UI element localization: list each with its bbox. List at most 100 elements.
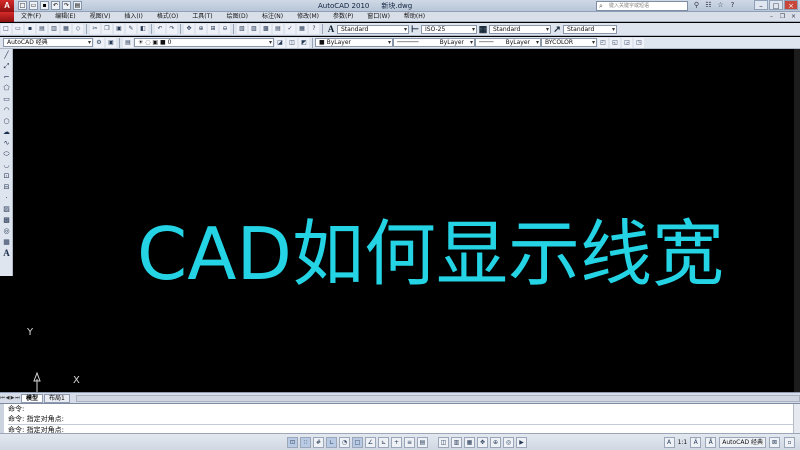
model-space-icon[interactable]: ◫ — [438, 436, 449, 448]
quick-view-drawings-icon[interactable]: ▦ — [464, 436, 475, 448]
object-snap-tracking-icon[interactable]: ∠ — [365, 436, 376, 448]
markup-icon[interactable]: ✓ — [285, 24, 295, 34]
grid-display-icon[interactable]: # — [313, 436, 324, 448]
text-style-icon[interactable]: A — [325, 24, 337, 34]
polyline-icon[interactable]: ⌐ — [1, 72, 12, 82]
application-menu-button[interactable]: A — [0, 0, 14, 12]
annotation-scale-icon[interactable]: A — [663, 437, 675, 448]
clean-screen-icon[interactable]: ▫ — [784, 437, 795, 448]
mleader-style-select[interactable]: Standard — [563, 24, 617, 34]
tab-last-icon[interactable]: ⏭ — [15, 394, 20, 402]
menu-parametric[interactable]: 参数(P) — [326, 12, 360, 22]
undo-icon[interactable]: ↶ — [51, 1, 60, 10]
paste-icon[interactable]: ▣ — [114, 24, 124, 34]
workspace-switch-button[interactable]: AutoCAD 经典 — [719, 437, 766, 448]
new-icon[interactable]: □ — [18, 1, 27, 10]
allow-disallow-ucs-icon[interactable]: ⊾ — [378, 436, 389, 448]
tab-layout1[interactable]: 布局1 — [44, 393, 70, 403]
communication-center-icon[interactable]: ☷ — [704, 1, 713, 10]
doc-close-button[interactable]: × — [789, 12, 798, 21]
infer-constraints-icon[interactable]: ⊡ — [287, 436, 298, 448]
workspace-select[interactable]: AutoCAD 经典 — [3, 38, 93, 47]
3d-dwf-icon[interactable]: ◇ — [73, 24, 83, 34]
tab-model[interactable]: 模型 — [21, 393, 44, 403]
arc-icon[interactable]: ◠ — [1, 105, 12, 115]
drawing-area[interactable]: CAD如何显示线宽 Y X — [13, 49, 800, 435]
table-style-icon[interactable]: ▦ — [477, 24, 489, 34]
linetype-control-select[interactable]: ────── ByLayer — [393, 38, 475, 47]
sheet-set-icon[interactable]: ▤ — [273, 24, 283, 34]
open-file-icon[interactable]: ▭ — [13, 24, 23, 34]
minimize-window-button[interactable]: – — [754, 0, 768, 10]
polygon-icon[interactable]: ⬠ — [1, 83, 12, 93]
view-top-icon[interactable]: ◱ — [610, 37, 620, 48]
ellipse-arc-icon[interactable]: ◡ — [1, 160, 12, 170]
quick-properties-icon[interactable]: ▤ — [417, 436, 428, 448]
block-editor-icon[interactable]: ◧ — [138, 24, 148, 34]
close-window-button[interactable]: × — [784, 0, 798, 10]
undo-tool-icon[interactable]: ↶ — [155, 24, 165, 34]
dynamic-input-icon[interactable]: + — [391, 436, 402, 448]
workspace-icon[interactable]: ▣ — [106, 37, 116, 48]
maximize-window-button[interactable]: □ — [769, 0, 783, 10]
dim-style-select[interactable]: ISO-25 — [421, 24, 477, 34]
menu-insert[interactable]: 插入(I) — [117, 12, 149, 22]
showmotion-icon[interactable]: ▶ — [516, 436, 527, 448]
quick-view-layouts-icon[interactable]: ▥ — [451, 436, 462, 448]
plot-icon[interactable]: ▤ — [37, 24, 47, 34]
zoom-status-icon[interactable]: ⊕ — [490, 436, 501, 448]
lineweight-toggle-icon[interactable]: ≡ — [404, 436, 415, 448]
lineweight-control-select[interactable]: ──── ByLayer — [475, 38, 541, 47]
view-iso-icon[interactable]: ◲ — [622, 37, 632, 48]
binoculars-icon[interactable]: ⚲ — [692, 1, 701, 10]
annotation-visibility-icon[interactable]: Ä — [690, 437, 702, 448]
polar-tracking-icon[interactable]: ◔ — [339, 436, 350, 448]
menu-window[interactable]: 窗口(W) — [360, 12, 397, 22]
command-scrollbar[interactable] — [793, 404, 800, 434]
doc-restore-button[interactable]: ❐ — [778, 12, 787, 21]
redo-icon[interactable]: ↷ — [62, 1, 71, 10]
steering-wheel-icon[interactable]: ◎ — [503, 436, 514, 448]
table-style-select[interactable]: Standard — [489, 24, 551, 34]
save-icon[interactable]: ▪ — [40, 1, 49, 10]
open-icon[interactable]: ▭ — [29, 1, 38, 10]
help-tool-icon[interactable]: ? — [309, 24, 319, 34]
help-icon[interactable]: ? — [728, 1, 737, 10]
construction-line-icon[interactable]: ⤢ — [1, 61, 12, 71]
annotation-scale-value[interactable]: 1:1 — [678, 439, 688, 446]
snap-mode-icon[interactable]: ∷ — [300, 436, 311, 448]
publish-icon[interactable]: ▦ — [61, 24, 71, 34]
pan-status-icon[interactable]: ✥ — [477, 436, 488, 448]
menu-help[interactable]: 帮助(H) — [397, 12, 432, 22]
menu-dimension[interactable]: 标注(N) — [255, 12, 290, 22]
copy-icon[interactable]: ❐ — [102, 24, 112, 34]
workspace-settings-icon[interactable]: ⚙ — [94, 37, 104, 48]
line-icon[interactable]: ╱ — [1, 50, 12, 60]
quickcalc-icon[interactable]: ▦ — [297, 24, 307, 34]
spline-icon[interactable]: ∿ — [1, 138, 12, 148]
menu-tools[interactable]: 工具(T) — [185, 12, 219, 22]
qnew-icon[interactable]: □ — [1, 24, 11, 34]
lock-icon[interactable]: ⊠ — [769, 437, 780, 448]
redo-tool-icon[interactable]: ↷ — [167, 24, 177, 34]
make-block-icon[interactable]: ⊟ — [1, 182, 12, 192]
cut-icon[interactable]: ✂ — [90, 24, 100, 34]
print-icon[interactable]: ▤ — [73, 1, 82, 10]
plot-style-select[interactable]: BYCOLOR — [541, 38, 597, 47]
layer-properties-icon[interactable]: ▤ — [123, 37, 133, 48]
vertical-scrollbar[interactable] — [794, 49, 800, 392]
menu-format[interactable]: 格式(O) — [150, 12, 185, 22]
menu-file[interactable]: 文件(F) — [14, 12, 48, 22]
auto-scale-icon[interactable]: Å — [705, 437, 717, 448]
gradient-icon[interactable]: ▩ — [1, 215, 12, 225]
save-file-icon[interactable]: ▪ — [25, 24, 35, 34]
pan-icon[interactable]: ✥ — [184, 24, 194, 34]
hatch-icon[interactable]: ▨ — [1, 204, 12, 214]
ellipse-icon[interactable]: ⬭ — [1, 149, 12, 159]
point-icon[interactable]: · — [1, 193, 12, 203]
color-control-select[interactable]: ■ ByLayer — [315, 38, 393, 47]
rectangle-icon[interactable]: ▭ — [1, 94, 12, 104]
region-icon[interactable]: ◎ — [1, 226, 12, 236]
table-icon[interactable]: ▦ — [1, 237, 12, 247]
insert-block-icon[interactable]: ⊡ — [1, 171, 12, 181]
